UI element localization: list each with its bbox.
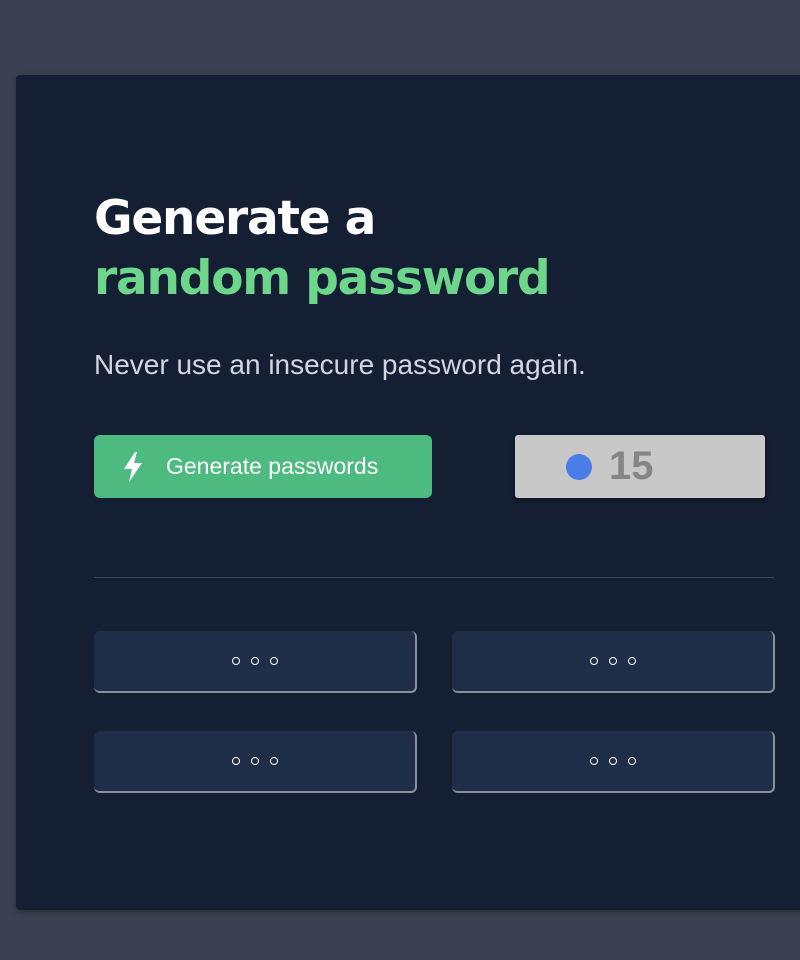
subtitle: Never use an insecure password again. (94, 349, 586, 380)
ellipsis-icon (589, 657, 636, 665)
ellipsis-icon (231, 757, 278, 765)
divider (94, 577, 774, 578)
password-output-3[interactable] (94, 731, 417, 793)
length-indicator-dot (566, 453, 592, 480)
lightning-bolt-icon (118, 449, 148, 485)
generator-card: Generate a random password Never use an … (16, 75, 800, 910)
generate-passwords-button[interactable]: Generate passwords (94, 435, 432, 498)
password-length-input[interactable]: 15 (515, 435, 765, 498)
password-length-value: 15 (609, 444, 654, 488)
title-line-1: Generate a (94, 191, 376, 246)
ellipsis-icon (231, 657, 278, 665)
generate-passwords-label: Generate passwords (166, 453, 379, 479)
password-output-1[interactable] (94, 631, 417, 693)
password-output-2[interactable] (452, 631, 775, 693)
password-output-4[interactable] (452, 731, 775, 793)
page-title: Generate a random password (94, 189, 551, 309)
ellipsis-icon (589, 757, 636, 765)
title-line-2: random password (94, 251, 551, 306)
